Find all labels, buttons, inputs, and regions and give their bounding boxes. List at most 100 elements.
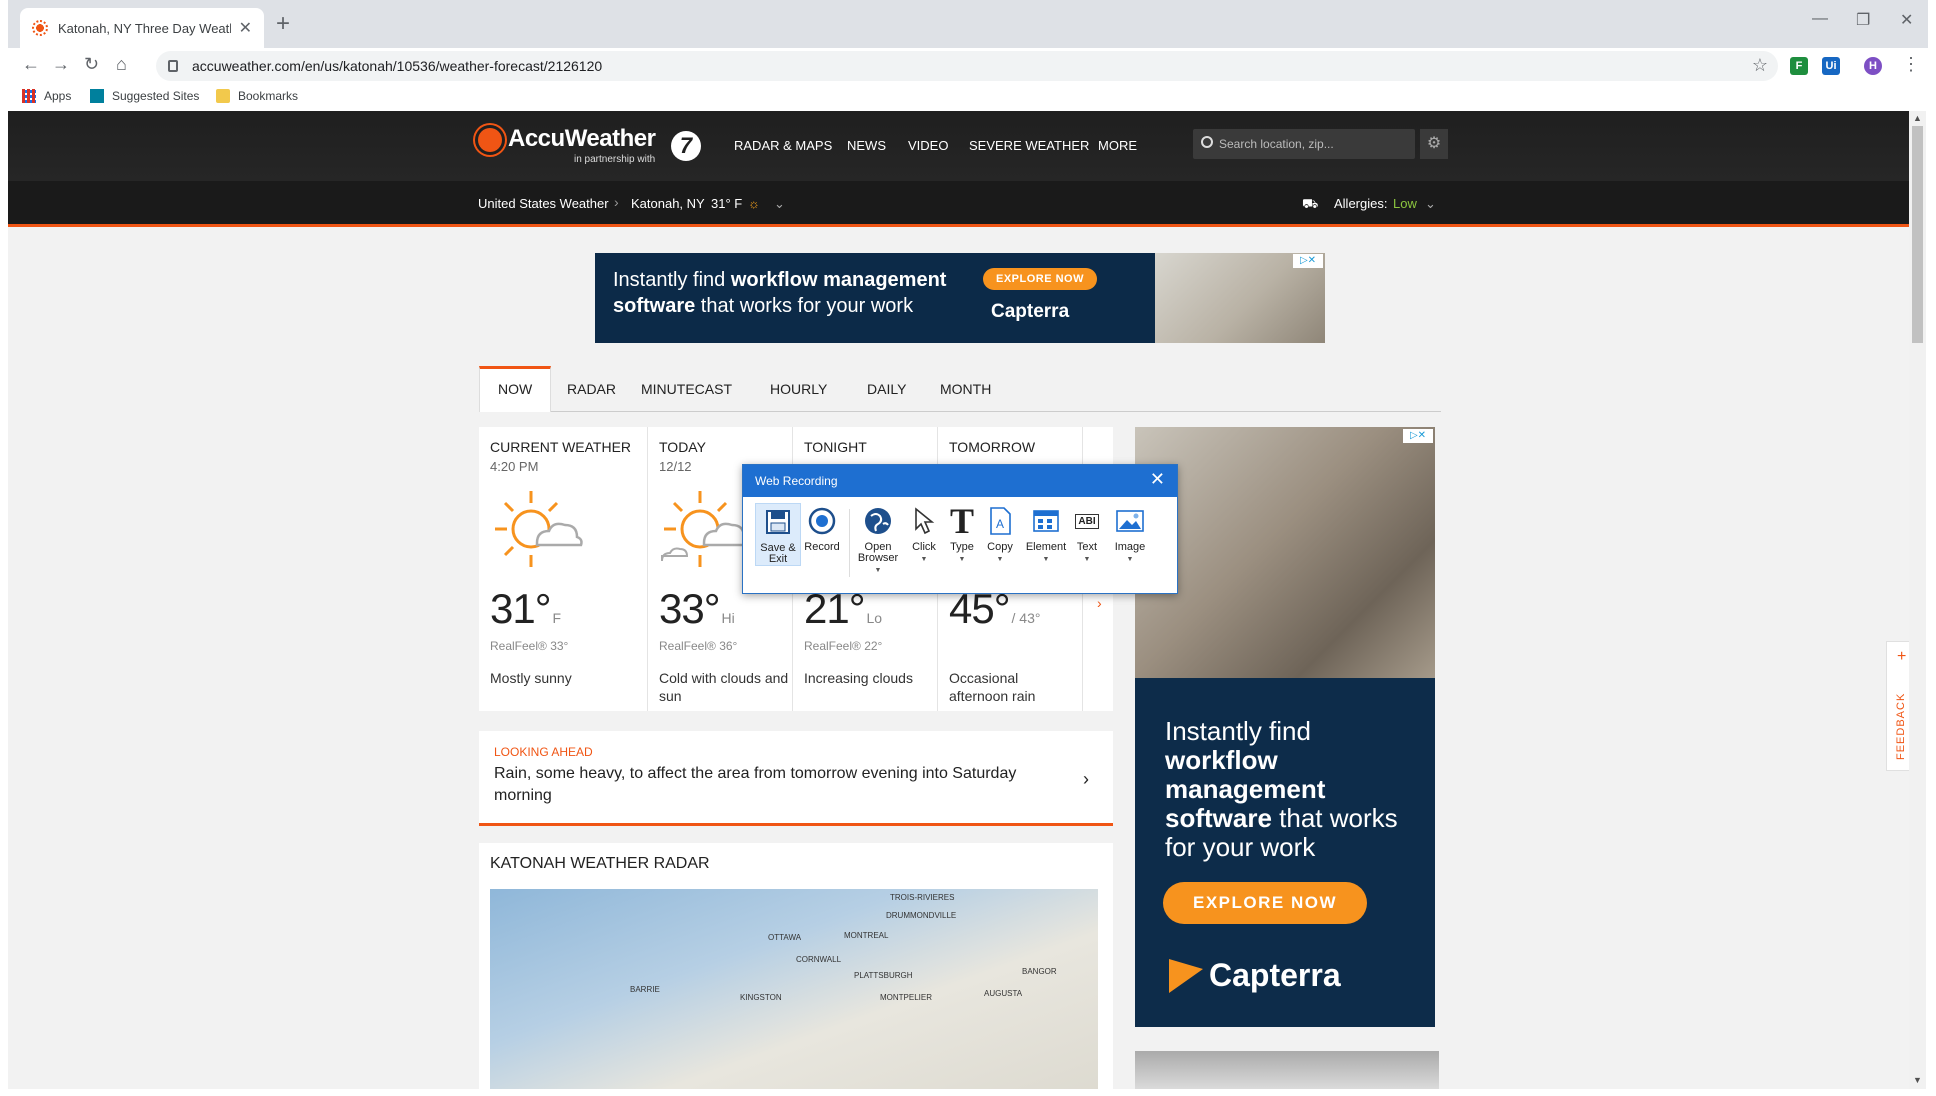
type-button[interactable]: T Type ▼ (943, 503, 981, 565)
location-bar: United States Weather › Katonah, NY 31° … (8, 181, 1909, 227)
copy-button[interactable]: A Copy ▼ (981, 503, 1019, 565)
sunny-small-icon: ☼ (748, 196, 760, 211)
accuweather-favicon-icon (32, 20, 48, 36)
tab-title: Katonah, NY Three Day Weather (58, 20, 231, 36)
recorder-title: Web Recording (755, 474, 838, 488)
window-close-icon[interactable]: ✕ (1900, 10, 1913, 30)
close-tab-icon[interactable]: ✕ (239, 18, 252, 38)
save-exit-button[interactable]: Save & Exit (755, 503, 801, 566)
location-dropdown-icon[interactable]: ⌄ (774, 196, 785, 212)
looking-ahead-panel[interactable]: LOOKING AHEAD Rain, some heavy, to affec… (479, 731, 1113, 826)
radar-map[interactable]: TROIS-RIVIERES DRUMMONDVILLE OTTAWA MONT… (490, 889, 1098, 1089)
sidebar-ad[interactable]: ▷✕ Instantly find workflow management softw… (1135, 427, 1435, 1027)
bookmark-suggested-sites[interactable]: Suggested Sites (90, 89, 199, 103)
breadcrumb-location[interactable]: Katonah, NY (631, 196, 705, 211)
radar-panel: KATONAH WEATHER RADAR TROIS-RIVIERES DRU… (479, 843, 1113, 1089)
chevron-right-icon[interactable]: › (1083, 769, 1089, 790)
scroll-thumb[interactable] (1912, 126, 1923, 343)
page-scrollbar[interactable]: ▲ ▼ (1909, 111, 1926, 1089)
toolbar-separator (849, 509, 850, 577)
card-label: TODAY (659, 439, 706, 455)
record-button[interactable]: Record (799, 503, 845, 553)
plus-icon: + (1897, 648, 1907, 665)
bookmarks-bar: Apps Suggested Sites Bookmarks (8, 84, 1928, 111)
tab-now[interactable]: NOW (479, 366, 552, 412)
profile-avatar[interactable]: H (1864, 57, 1882, 75)
element-grid-icon (1033, 510, 1059, 532)
tab-daily[interactable]: DAILY (849, 366, 924, 412)
allergies-icon: ⛟ (1302, 196, 1319, 211)
tab-radar[interactable]: RADAR (549, 366, 634, 412)
ad-text: Instantly find workflow management software… (1165, 716, 1398, 862)
scroll-up-icon[interactable]: ▲ (1913, 113, 1922, 123)
ad-explore-button[interactable]: EXPLORE NOW (1163, 882, 1367, 924)
partner-text: in partnership with (574, 154, 656, 165)
browser-tab[interactable]: Katonah, NY Three Day Weather ✕ (20, 8, 264, 48)
allergies-dropdown-icon[interactable]: ⌄ (1425, 196, 1436, 212)
adchoices-close-icon[interactable]: ▷✕ (1403, 429, 1433, 443)
allergies-label[interactable]: Allergies: (1334, 196, 1387, 211)
current-temp-header: 31° F (711, 196, 743, 211)
dropdown-arrow-icon[interactable]: ▼ (855, 565, 901, 576)
bookmark-folder[interactable]: Bookmarks (216, 89, 298, 103)
extension-green-icon[interactable]: F (1790, 57, 1808, 75)
nav-more[interactable]: MORE (1098, 138, 1137, 153)
restore-icon[interactable]: ❐ (1856, 10, 1870, 30)
dropdown-arrow-icon[interactable]: ▼ (981, 554, 1019, 565)
site-header: AccuWeather in partnership with 7 RADAR … (8, 111, 1909, 181)
cards-next-arrow-icon[interactable]: › (1097, 595, 1102, 611)
tab-month[interactable]: MONTH (922, 366, 1009, 412)
second-ad[interactable] (1135, 1051, 1439, 1089)
nav-severe-weather[interactable]: SEVERE WEATHER (969, 138, 1089, 153)
click-button[interactable]: Click ▼ (905, 503, 943, 565)
browser-menu-icon[interactable]: ⋮ (1902, 54, 1920, 75)
image-button[interactable]: Image ▼ (1107, 503, 1153, 565)
dropdown-arrow-icon[interactable]: ▼ (1023, 554, 1069, 565)
city-label: CORNWALL (796, 955, 842, 964)
dropdown-arrow-icon[interactable]: ▼ (905, 554, 943, 565)
text-button[interactable]: ABI Text ▼ (1069, 503, 1105, 565)
breadcrumb-chevron-icon: › (614, 194, 619, 210)
back-icon[interactable]: ← (22, 54, 40, 75)
forward-icon[interactable]: → (52, 54, 70, 75)
location-search-input[interactable]: Search location, zip... (1193, 129, 1415, 159)
dropdown-arrow-icon[interactable]: ▼ (1069, 554, 1105, 565)
city-label: AUGUSTA (984, 989, 1023, 998)
card-phrase: Mostly sunny (490, 670, 572, 686)
nav-video[interactable]: VIDEO (908, 138, 948, 153)
scroll-down-icon[interactable]: ▼ (1913, 1075, 1922, 1085)
bookmark-star-icon[interactable]: ☆ (1752, 55, 1768, 76)
ad-explore-button[interactable]: EXPLORE NOW (983, 268, 1097, 290)
recorder-titlebar[interactable]: Web Recording ✕ (743, 465, 1177, 497)
dropdown-arrow-icon[interactable]: ▼ (1107, 554, 1153, 565)
home-icon[interactable]: ⌂ (116, 54, 127, 75)
bookmark-apps[interactable]: Apps (22, 89, 71, 103)
settings-gear-icon[interactable]: ⚙ (1420, 129, 1448, 159)
open-browser-button[interactable]: Open Browser ▼ (855, 503, 901, 576)
nav-radar-maps[interactable]: RADAR & MAPS (734, 138, 832, 153)
nav-news[interactable]: NEWS (847, 138, 886, 153)
city-label: BARRIE (630, 985, 660, 994)
address-bar[interactable]: accuweather.com/en/us/katonah/10536/weat… (156, 51, 1778, 81)
minimize-icon[interactable]: — (1812, 10, 1828, 28)
feedback-tab[interactable]: + FEEDBACK (1886, 641, 1909, 771)
recorder-close-icon[interactable]: ✕ (1150, 469, 1165, 490)
uipath-extension-icon[interactable]: Ui (1822, 57, 1840, 75)
svg-text:A: A (996, 517, 1004, 531)
bing-icon (90, 89, 104, 103)
tab-hourly[interactable]: HOURLY (752, 366, 845, 412)
breadcrumb-us-weather[interactable]: United States Weather (478, 196, 609, 211)
banner-ad[interactable]: Instantly find workflow management softw… (595, 253, 1325, 343)
tab-minutecast[interactable]: MINUTECAST (623, 366, 750, 412)
adchoices-close-icon[interactable]: ▷✕ (1293, 254, 1323, 268)
card-current-weather[interactable]: CURRENT WEATHER 4:20 PM 31° F RealFeel® 3… (479, 427, 648, 711)
page-viewport: AccuWeather in partnership with 7 RADAR … (8, 111, 1909, 1089)
globe-icon (865, 508, 891, 534)
new-tab-icon[interactable]: + (276, 12, 290, 36)
ad-line-2: software that works for your work (613, 295, 914, 317)
dropdown-arrow-icon[interactable]: ▼ (943, 554, 981, 565)
card-label: TONIGHT (804, 439, 867, 455)
element-button[interactable]: Element ▼ (1023, 503, 1069, 565)
accuweather-sun-icon (478, 128, 502, 152)
reload-icon[interactable]: ↻ (84, 54, 99, 75)
